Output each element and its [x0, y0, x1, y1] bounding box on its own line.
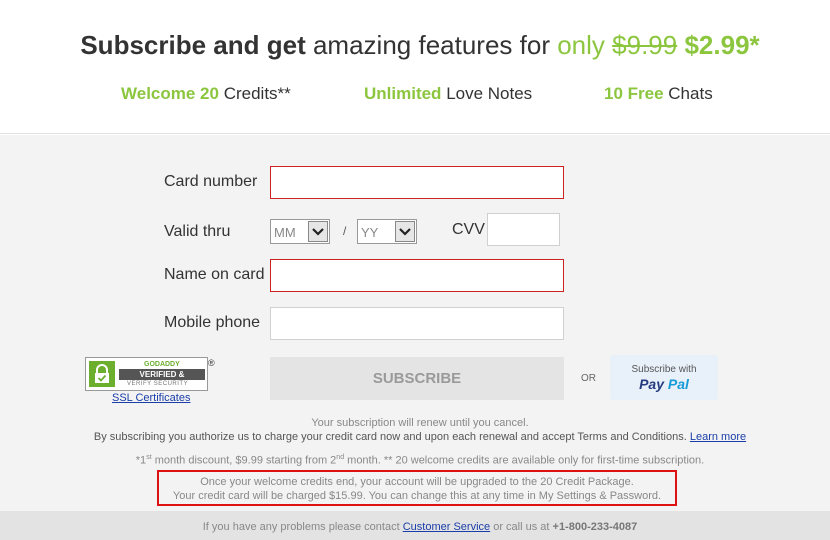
page-title: Subscribe and get amazing features for o… [0, 30, 830, 61]
chevron-down-icon [395, 221, 415, 242]
header: Subscribe and get amazing features for o… [0, 0, 830, 134]
feature-text: Chats [668, 84, 713, 103]
year-value: YY [361, 225, 379, 240]
subscribe-button[interactable]: SUBSCRIBE [270, 357, 564, 400]
ssl-certificates-link[interactable]: SSL Certificates [112, 392, 190, 404]
paypal-button[interactable]: Subscribe with Pay Pal [610, 355, 718, 400]
renew-text: Your subscription will renew until you c… [311, 417, 529, 429]
discount-part: *1 [135, 454, 147, 467]
headline-part1: Subscribe and get [80, 30, 306, 60]
cvv-label: CVV [452, 221, 485, 238]
upgrade-notice: Once your welcome credits end, your acco… [157, 470, 677, 506]
card-number-input[interactable] [270, 166, 564, 199]
footer: If you have any problems please contact … [0, 511, 830, 540]
feature-credits: Welcome 20 Credits** [121, 84, 291, 104]
discount-part: month discount, $9.99 starting from 2 [151, 454, 337, 467]
feature-chats: 10 Free Chats [604, 84, 713, 104]
year-select[interactable]: YY [357, 219, 417, 244]
registered-mark: ® [208, 358, 215, 368]
footer-text-part: or call us at [493, 521, 550, 533]
notice-line-1: Once your welcome credits end, your acco… [200, 476, 634, 488]
month-select[interactable]: MM [270, 219, 330, 244]
month-value: MM [274, 225, 296, 240]
paypal-logo-pal: Pal [667, 376, 689, 392]
feature-highlight: Unlimited [364, 84, 442, 103]
date-separator: / [343, 224, 347, 238]
cvv-input[interactable] [487, 213, 560, 246]
discount-text: *1st month discount, $9.99 starting from… [0, 454, 830, 467]
discount-part: month. ** 20 welcome credits are availab… [344, 454, 705, 467]
feature-love-notes: Unlimited Love Notes [364, 84, 532, 104]
feature-highlight: Welcome 20 [121, 84, 219, 103]
feature-text: Credits** [223, 84, 291, 103]
footer-text: If you have any problems please contact … [0, 521, 830, 533]
headline-part3: only [557, 30, 605, 60]
feature-highlight: 10 Free [604, 84, 664, 103]
chevron-down-icon [308, 221, 328, 242]
valid-thru-label: Valid thru [164, 223, 231, 240]
footer-text-part: If you have any problems please contact [202, 521, 400, 533]
old-price: $9.99 [612, 30, 678, 60]
authorize-sentence: By subscribing you authorize us to charg… [93, 431, 687, 443]
or-separator: OR [581, 373, 596, 384]
mobile-phone-label: Mobile phone [164, 314, 261, 331]
seal-brand: GODADDY [144, 361, 180, 368]
seal-main-text: VERIFIED & SECURED [119, 369, 205, 390]
learn-more-link[interactable]: Learn more [690, 431, 746, 443]
name-on-card-label: Name on card [164, 266, 265, 283]
name-on-card-input[interactable] [270, 259, 564, 292]
paypal-logo: Pay Pal [611, 376, 717, 392]
notice-line-2: Your credit card will be charged $15.99.… [172, 490, 662, 502]
authorize-text: By subscribing you authorize us to charg… [0, 431, 830, 443]
paypal-caption: Subscribe with [631, 364, 697, 375]
headline-part2: amazing features for [312, 30, 550, 60]
seal-sub-text: VERIFY SECURITY [127, 381, 189, 387]
feature-text: Love Notes [446, 84, 533, 103]
mobile-phone-input[interactable] [270, 307, 564, 340]
ordinal-suffix: nd [336, 454, 345, 461]
lock-icon [89, 361, 115, 387]
card-number-label: Card number [164, 173, 258, 190]
paypal-logo-pay: Pay [639, 376, 664, 392]
customer-service-link[interactable]: Customer Service [403, 521, 490, 533]
support-phone: +1-800-233-4087 [552, 521, 638, 533]
security-seal[interactable]: GODADDY VERIFIED & SECURED VERIFY SECURI… [85, 357, 208, 391]
new-price: $2.99* [684, 30, 760, 60]
